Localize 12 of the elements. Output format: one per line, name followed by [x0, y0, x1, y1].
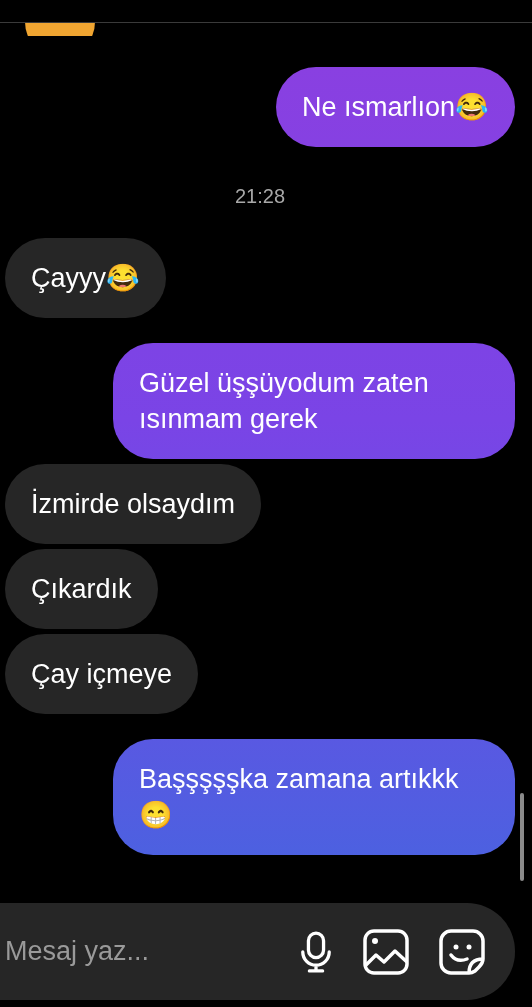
received-message: İzmirde olsaydım: [5, 464, 262, 544]
received-message: Çıkardık: [5, 549, 158, 629]
sent-message: Ne ısmarlıon😂: [275, 67, 515, 147]
microphone-icon[interactable]: [299, 929, 333, 974]
sent-message: Güzel üşşüyodum zaten ısınmam gerek: [113, 343, 515, 459]
image-icon[interactable]: [363, 928, 409, 975]
message-input[interactable]: Mesaj yaz...: [5, 936, 269, 967]
received-message: Çay içmeye: [5, 634, 199, 714]
timestamp: 21:28: [234, 185, 286, 208]
received-message: Çayyy😂: [5, 238, 166, 318]
sticker-icon[interactable]: [439, 928, 485, 975]
sent-message: Başşşşşka zamana artıkkk 😁: [113, 739, 515, 855]
